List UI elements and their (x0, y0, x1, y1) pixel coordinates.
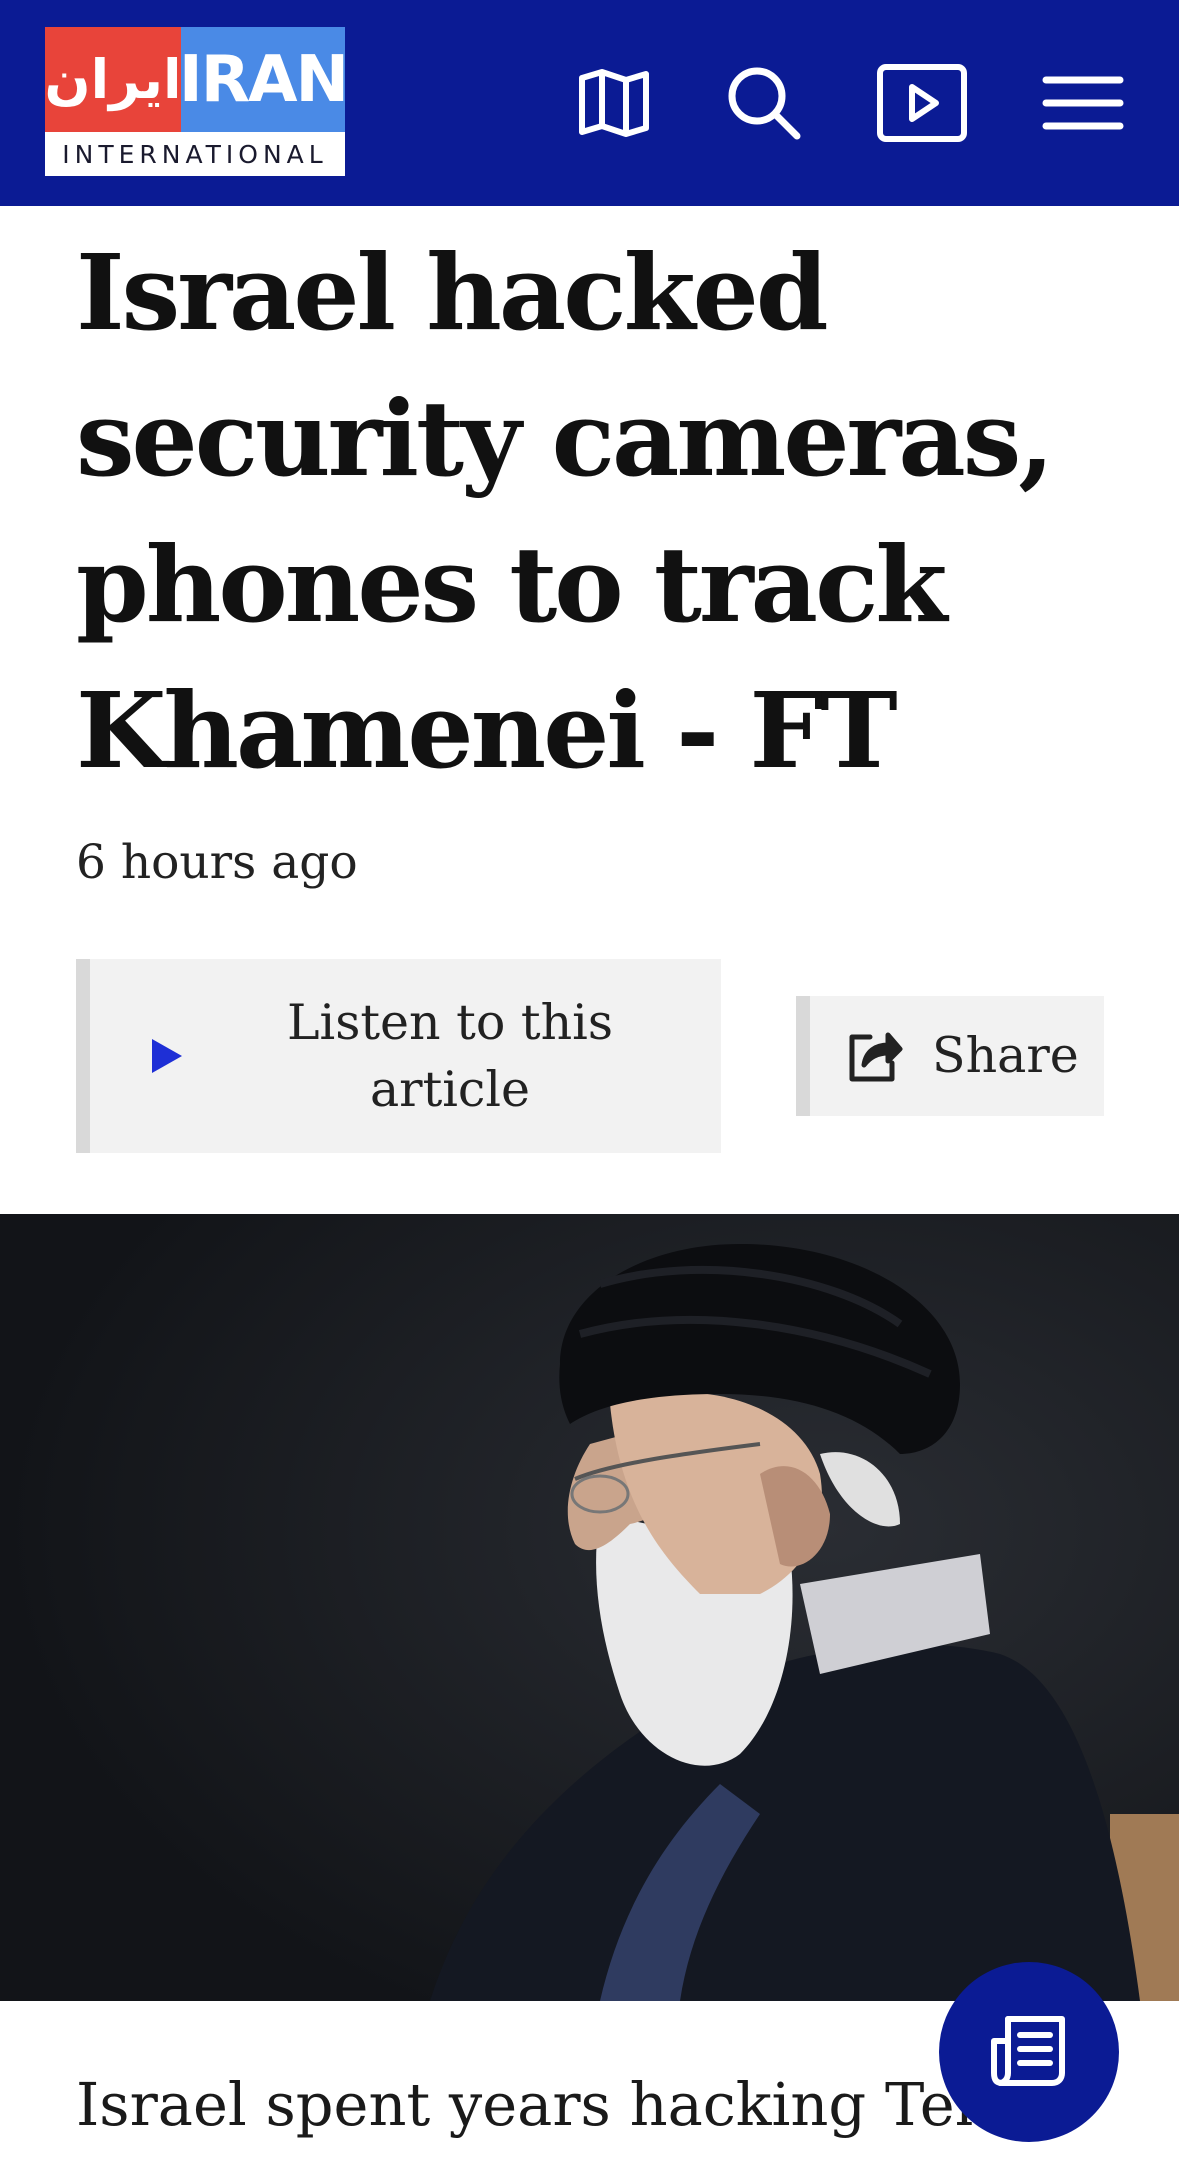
play-icon (150, 1037, 184, 1079)
newspaper-icon (990, 2013, 1068, 2091)
search-icon[interactable] (724, 58, 804, 148)
site-header: ایران IRAN INTERNATIONAL (0, 0, 1179, 206)
article-body-preview: Israel spent years hacking Tehra (76, 2070, 1057, 2139)
logo-english-text: IRAN (179, 27, 349, 132)
newspaper-fab-button[interactable] (939, 1962, 1119, 2142)
iran-international-logo[interactable]: ایران IRAN INTERNATIONAL (45, 27, 349, 176)
logo-wordmark: ایران IRAN (45, 27, 349, 132)
share-button[interactable]: Share (796, 996, 1104, 1116)
article-hero-image (0, 1214, 1179, 2001)
article-headline: Israel hacked security cameras, phones t… (76, 231, 1055, 792)
listen-label: Listen to this article (286, 994, 613, 1118)
logo-persian-text: ایران (45, 27, 182, 132)
share-label: Share (932, 1027, 1079, 1084)
logo-subtitle: INTERNATIONAL (62, 139, 328, 169)
listen-to-article-button[interactable]: Listen to this article (76, 959, 721, 1153)
article-timestamp: 6 hours ago (76, 835, 358, 890)
map-icon[interactable] (576, 58, 652, 148)
video-play-icon[interactable] (876, 58, 968, 148)
menu-icon[interactable] (1042, 58, 1124, 148)
share-icon (846, 1029, 904, 1089)
